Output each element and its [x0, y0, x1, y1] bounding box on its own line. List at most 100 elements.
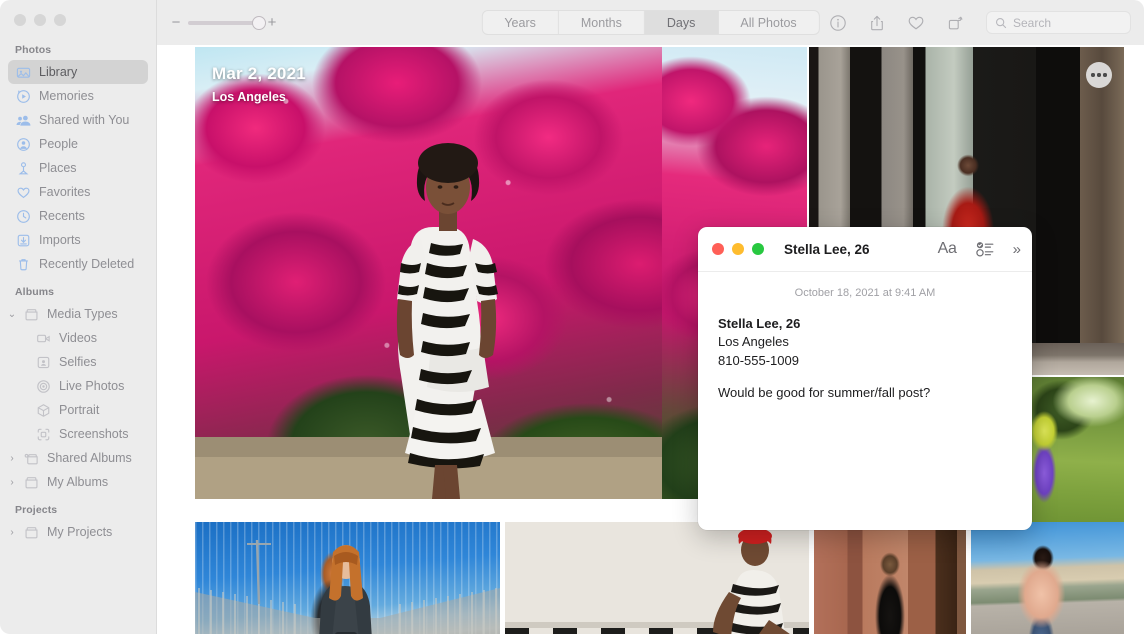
- note-line-comment: Would be good for summer/fall post?: [718, 385, 931, 401]
- day-header-location: Los Angeles: [212, 90, 286, 104]
- video-icon: [35, 330, 51, 346]
- selfie-icon: [35, 354, 51, 370]
- sidebar-item-favorites[interactable]: Favorites: [8, 180, 148, 204]
- sidebar-section-title-projects: Projects: [15, 504, 58, 516]
- search-icon: [995, 17, 1007, 29]
- toolbar-actions: Search: [828, 11, 1131, 34]
- zoom-in-button[interactable]: +: [267, 15, 277, 30]
- photo-green-yard[interactable]: [1019, 377, 1124, 527]
- sidebar-item-label: Places: [39, 161, 77, 175]
- window-traffic-lights: [14, 14, 66, 26]
- sidebar-item-videos[interactable]: Videos: [8, 326, 148, 350]
- photos-app-window: Photos Library Memories Shared with You …: [0, 0, 1144, 634]
- search-placeholder: Search: [1013, 15, 1052, 30]
- notes-window[interactable]: Stella Lee, 26 Aa » October 18, 2021 at …: [698, 227, 1032, 530]
- note-line-phone: 810-555-1009: [718, 352, 799, 368]
- zoom-slider-knob[interactable]: [252, 15, 266, 30]
- memories-icon: [15, 88, 31, 104]
- chevron-right-icon[interactable]: ›: [7, 477, 17, 488]
- notes-close-button[interactable]: [712, 243, 724, 255]
- info-icon[interactable]: [828, 13, 847, 32]
- notes-window-title: Stella Lee, 26: [784, 241, 870, 257]
- share-icon[interactable]: [867, 13, 886, 32]
- sidebar-item-label: Imports: [39, 233, 81, 247]
- sidebar-item-live-photos[interactable]: Live Photos: [8, 374, 148, 398]
- format-icon[interactable]: Aa: [938, 240, 957, 258]
- sidebar: Photos Library Memories Shared with You …: [0, 0, 157, 634]
- sidebar-item-screenshots[interactable]: Screenshots: [8, 422, 148, 446]
- zoom-button[interactable]: [54, 14, 66, 26]
- sidebar-item-recents[interactable]: Recents: [8, 204, 148, 228]
- notes-minimize-button[interactable]: [732, 243, 744, 255]
- sidebar-item-shared-albums[interactable]: › Shared Albums: [8, 446, 148, 470]
- sidebar-group-albums: Albums ⌄ Media Types Videos Selfies Live…: [0, 286, 156, 494]
- favorite-icon[interactable]: [906, 13, 925, 32]
- sidebar-item-label: Shared with You: [39, 113, 130, 127]
- sidebar-item-shared-with-you[interactable]: Shared with You: [8, 108, 148, 132]
- notes-toolbar-actions: Aa »: [938, 240, 1021, 258]
- sidebar-item-media-types[interactable]: ⌄ Media Types: [8, 302, 148, 326]
- sidebar-item-label: Live Photos: [59, 379, 125, 393]
- chevron-right-icon[interactable]: ›: [7, 527, 17, 538]
- photo-black-dress[interactable]: [814, 522, 966, 634]
- sidebar-item-people[interactable]: People: [8, 132, 148, 156]
- sidebar-group-projects: Projects › My Projects: [0, 504, 156, 544]
- sidebar-item-imports[interactable]: Imports: [8, 228, 148, 252]
- sidebar-item-label: Portrait: [59, 403, 100, 417]
- sidebar-item-label: People: [39, 137, 78, 151]
- search-input[interactable]: Search: [986, 11, 1131, 34]
- shared-with-you-icon: [15, 112, 31, 128]
- chevron-down-icon[interactable]: ⌄: [7, 309, 17, 320]
- sidebar-item-label: Media Types: [47, 307, 118, 321]
- sidebar-item-label: Selfies: [59, 355, 97, 369]
- more-chevron-icon[interactable]: »: [1013, 241, 1021, 258]
- sidebar-item-label: Library: [39, 65, 78, 79]
- live-photo-icon: [35, 378, 51, 394]
- photo-bridge-railing[interactable]: [195, 522, 500, 634]
- sidebar-item-my-albums[interactable]: › My Albums: [8, 470, 148, 494]
- view-mode-segmented-control[interactable]: Years Months Days All Photos: [481, 10, 820, 35]
- sidebar-item-label: Screenshots: [59, 427, 129, 441]
- sidebar-item-places[interactable]: Places: [8, 156, 148, 180]
- shared-folder-icon: [23, 450, 39, 466]
- sidebar-item-recently-deleted[interactable]: Recently Deleted: [8, 252, 148, 276]
- photo-street-walk[interactable]: [971, 522, 1124, 634]
- close-button[interactable]: [14, 14, 26, 26]
- sidebar-item-portrait[interactable]: Portrait: [8, 398, 148, 422]
- zoom-slider-control[interactable]: − +: [171, 15, 277, 30]
- sidebar-item-my-projects[interactable]: › My Projects: [8, 520, 148, 544]
- chevron-right-icon[interactable]: ›: [7, 453, 17, 464]
- rotate-icon[interactable]: [945, 13, 964, 32]
- photo-checkered-floor[interactable]: [505, 522, 809, 634]
- trash-icon: [15, 256, 31, 272]
- folder-icon: [23, 474, 39, 490]
- heart-icon: [15, 184, 31, 200]
- sidebar-item-selfies[interactable]: Selfies: [8, 350, 148, 374]
- sidebar-item-library[interactable]: Library: [8, 60, 148, 84]
- tab-all-photos[interactable]: All Photos: [718, 11, 818, 34]
- photo-bougainvillea-portrait[interactable]: Mar 2, 2021 Los Angeles: [195, 47, 700, 499]
- tab-years[interactable]: Years: [482, 11, 559, 34]
- note-heading: Stella Lee, 26: [718, 316, 801, 331]
- import-icon: [15, 232, 31, 248]
- sidebar-section-title-photos: Photos: [15, 44, 52, 56]
- tab-months[interactable]: Months: [559, 11, 645, 34]
- sidebar-item-label: Recents: [39, 209, 85, 223]
- note-timestamp: October 18, 2021 at 9:41 AM: [794, 287, 936, 299]
- sidebar-group-photos: Photos Library Memories Shared with You …: [0, 44, 156, 276]
- notes-zoom-button[interactable]: [752, 243, 764, 255]
- sidebar-item-memories[interactable]: Memories: [8, 84, 148, 108]
- notes-titlebar: Stella Lee, 26 Aa »: [698, 227, 1032, 272]
- tab-days[interactable]: Days: [644, 11, 719, 34]
- toolbar: − + Years Months Days All Photos Search: [157, 0, 1144, 45]
- more-options-button[interactable]: [1086, 62, 1112, 88]
- zoom-out-button[interactable]: −: [171, 15, 181, 30]
- day-header-date: Mar 2, 2021: [212, 64, 306, 83]
- checklist-icon[interactable]: [975, 241, 994, 257]
- minimize-button[interactable]: [34, 14, 46, 26]
- sidebar-section-title-albums: Albums: [15, 286, 55, 298]
- day-header-label: Mar 2, 2021 Los Angeles: [212, 64, 306, 104]
- zoom-slider-track[interactable]: [188, 15, 266, 30]
- sidebar-item-label: My Albums: [47, 475, 109, 489]
- notes-body[interactable]: October 18, 2021 at 9:41 AM Stella Lee, …: [698, 272, 1032, 403]
